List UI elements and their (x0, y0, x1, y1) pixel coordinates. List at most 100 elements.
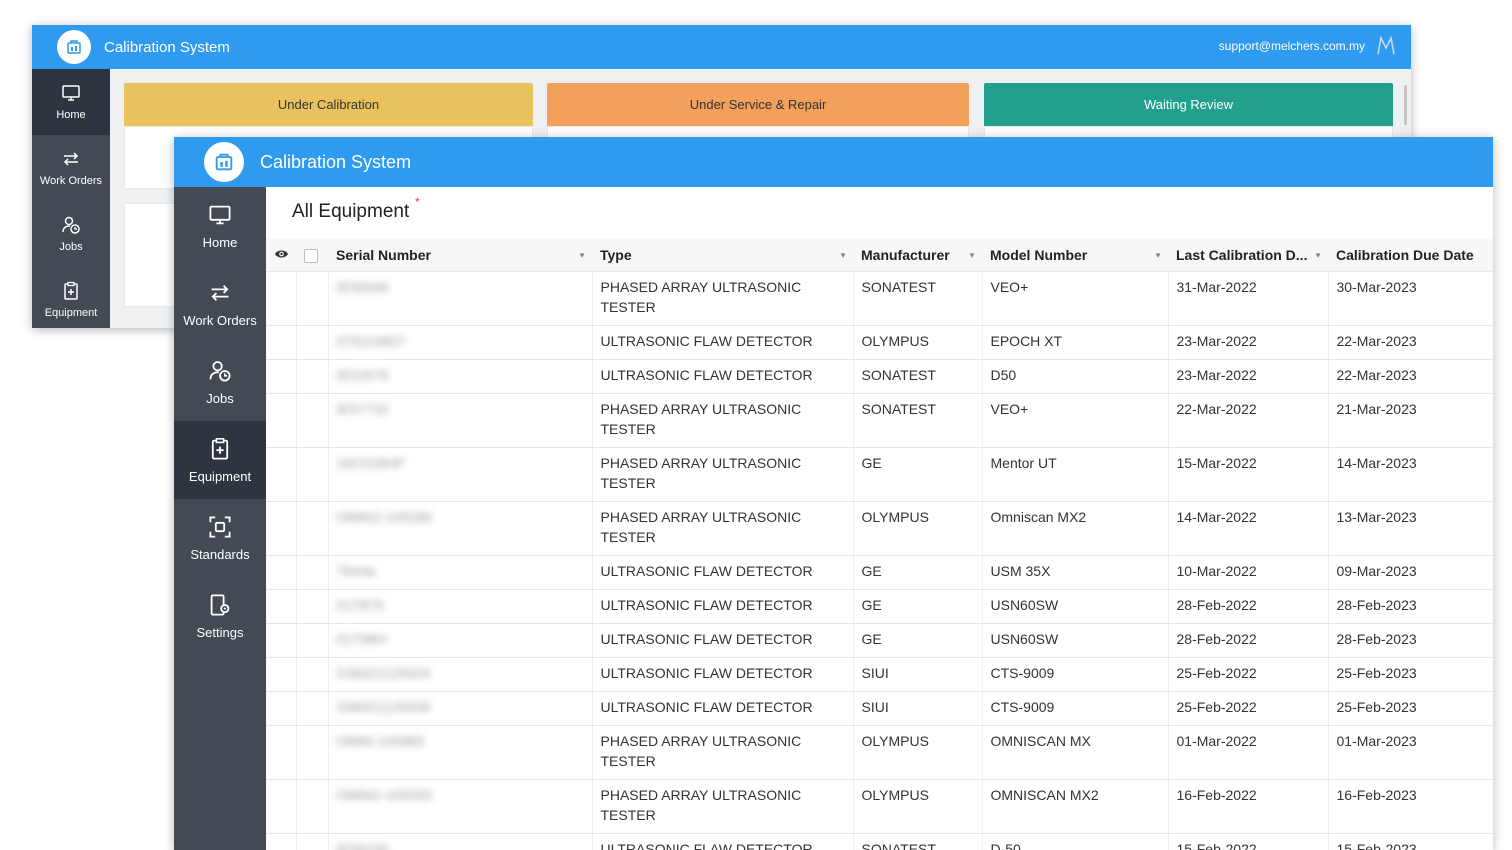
table-cell-manufacturer-text: SIUI (861, 664, 889, 681)
table-cell-last-calibration-text: 25-Feb-2022 (1176, 698, 1257, 715)
app-logo-icon[interactable] (57, 30, 91, 64)
table-row[interactable]: IE57732 PHASED ARRAY ULTRASONIC TESTER SON… (266, 393, 1493, 448)
nav-work-orders[interactable]: Work Orders (174, 265, 266, 343)
table-row[interactable]: S38321120028 ULTRASONIC FLAW DETECTOR SIUI… (266, 691, 1493, 726)
chevron-down-icon[interactable]: ▼ (578, 251, 586, 260)
status-card-waiting-review[interactable]: Waiting Review (984, 83, 1393, 126)
scrollbar[interactable] (1404, 85, 1407, 125)
table-cell-model: USM 35X (982, 555, 1169, 590)
table-cell-serial-text: 7643a (336, 562, 376, 579)
table-row[interactable]: IE52676 ULTRASONIC FLAW DETECTOR SONATEST D… (266, 359, 1493, 394)
monitor-icon (62, 85, 80, 101)
row-spacer (266, 623, 297, 658)
table-cell-manufacturer: SONATEST (853, 359, 983, 394)
table-cell-last-calibration: 23-Mar-2022 (1168, 359, 1329, 394)
column-header-manufacturer[interactable]: Manufacturer ▼ (853, 239, 982, 272)
table-cell-model: VEO+ (982, 271, 1169, 326)
table-row[interactable]: OMNI-100965 PHASED ARRAY ULTRASONIC TESTE… (266, 725, 1493, 780)
column-header-due-date[interactable]: Calibration Due Date (1328, 239, 1493, 272)
table-row[interactable]: 16C028HP PHASED ARRAY ULTRASONIC TESTER GE… (266, 447, 1493, 502)
table-cell-type: PHASED ARRAY ULTRASONIC TESTER (592, 393, 854, 448)
row-spacer (266, 691, 297, 726)
table-row[interactable]: 01T88H ULTRASONIC FLAW DETECTOR GE USN60SW 2… (266, 623, 1493, 658)
select-all-checkbox[interactable] (296, 239, 328, 272)
column-header-last-calibration[interactable]: Last Calibration D... ▼ (1168, 239, 1328, 272)
table-row[interactable]: S38321120024 ULTRASONIC FLAW DETECTOR SIUI… (266, 657, 1493, 692)
table-cell-model: CTS-9009 (982, 691, 1169, 726)
brand-logo-icon (1377, 35, 1395, 55)
nav-settings[interactable]: Settings (174, 577, 266, 655)
eye-icon (274, 250, 289, 258)
table-cell-type-text: PHASED ARRAY ULTRASONIC TESTER (600, 278, 802, 315)
row-select-cell (296, 833, 329, 850)
chevron-down-icon[interactable]: ▼ (1314, 251, 1322, 260)
table-cell-due-date: 28-Feb-2023 (1328, 589, 1493, 624)
column-header-label: Manufacturer (861, 246, 950, 263)
row-select-cell (296, 501, 329, 556)
support-email[interactable]: support@melchers.com.my (1219, 39, 1365, 53)
chevron-down-icon[interactable]: ▼ (1154, 251, 1162, 260)
table-row[interactable]: 070114807 ULTRASONIC FLAW DETECTOR OLYMPUS… (266, 325, 1493, 360)
nav-label: Home (202, 234, 238, 250)
column-header-serial[interactable]: Serial Number ▼ (328, 239, 592, 272)
column-header-type[interactable]: Type ▼ (592, 239, 853, 272)
table-cell-serial: IE57732 (328, 393, 593, 448)
table-cell-type: ULTRASONIC FLAW DETECTOR (592, 657, 854, 692)
table-row[interactable]: OMNI2-105255 PHASED ARRAY ULTRASONIC TEST… (266, 779, 1493, 834)
row-spacer (266, 325, 297, 360)
table-cell-due-date: 13-Mar-2023 (1328, 501, 1493, 556)
column-header-label: Model Number (990, 246, 1088, 263)
nav-home[interactable]: Home (174, 187, 266, 265)
nav-standards[interactable]: Standards (174, 499, 266, 577)
nav-jobs[interactable]: Jobs (32, 201, 110, 267)
table-cell-type-text: PHASED ARRAY ULTRASONIC TESTER (600, 454, 802, 491)
nav-equipment[interactable]: Equipment (174, 421, 266, 499)
nav-label: Work Orders (183, 312, 257, 328)
table-row[interactable]: IE56946 PHASED ARRAY ULTRASONIC TESTER SON… (266, 271, 1493, 326)
row-select-cell (296, 691, 329, 726)
table-cell-last-calibration-text: 14-Mar-2022 (1176, 508, 1257, 525)
table-cell-type: ULTRASONIC FLAW DETECTOR (592, 589, 854, 624)
chevron-down-icon[interactable]: ▼ (839, 251, 847, 260)
nav-home[interactable]: Home (32, 69, 110, 135)
table-cell-serial: OMNI2-105255 (328, 779, 593, 834)
table-row[interactable]: IE56235 ULTRASONIC FLAW DETECTOR SONATEST D… (266, 833, 1493, 850)
column-header-label: Serial Number (336, 246, 431, 263)
row-select-cell (296, 725, 329, 780)
status-card-under-service[interactable]: Under Service & Repair (547, 83, 969, 126)
row-spacer (266, 501, 297, 556)
nav-work-orders[interactable]: Work Orders (32, 135, 110, 201)
table-row[interactable]: 01T875 ULTRASONIC FLAW DETECTOR GE USN60SW 2… (266, 589, 1493, 624)
table-cell-serial: 16C028HP (328, 447, 593, 502)
nav-label: Equipment (188, 468, 252, 484)
table-cell-due-date-text: 28-Feb-2023 (1336, 630, 1417, 647)
table-cell-due-date: 25-Feb-2023 (1328, 657, 1493, 692)
table-cell-serial-text: 01T88H (336, 630, 387, 647)
table-cell-type: PHASED ARRAY ULTRASONIC TESTER (592, 725, 854, 780)
table-cell-manufacturer: SONATEST (853, 393, 983, 448)
table-cell-model-text: USM 35X (990, 562, 1051, 579)
table-cell-last-calibration: 16-Feb-2022 (1168, 779, 1329, 834)
table-cell-model-text: EPOCH XT (990, 332, 1063, 349)
table-cell-manufacturer: GE (853, 589, 983, 624)
table-cell-due-date-text: 21-Mar-2023 (1336, 400, 1417, 417)
column-visibility-toggle[interactable] (266, 239, 296, 272)
table-row[interactable]: 7643a ULTRASONIC FLAW DETECTOR GE USM 35X 10… (266, 555, 1493, 590)
table-cell-due-date: 22-Mar-2023 (1328, 325, 1493, 360)
table-cell-last-calibration-text: 28-Feb-2022 (1176, 596, 1257, 613)
status-card-under-calibration[interactable]: Under Calibration (124, 83, 533, 126)
nav-equipment[interactable]: Equipment (32, 267, 110, 328)
app-logo-icon[interactable] (204, 142, 244, 182)
table-cell-model: OMNISCAN MX (982, 725, 1169, 780)
column-header-label: Last Calibration D... (1176, 246, 1308, 263)
checkbox[interactable] (304, 248, 318, 263)
chevron-down-icon[interactable]: ▼ (968, 251, 976, 260)
table-row[interactable]: OMNI2-105290 PHASED ARRAY ULTRASONIC TEST… (266, 501, 1493, 556)
table-cell-model: CTS-9009 (982, 657, 1169, 692)
table-cell-manufacturer-text: GE (861, 596, 882, 613)
row-spacer (266, 447, 297, 502)
nav-jobs[interactable]: Jobs (174, 343, 266, 421)
column-header-model[interactable]: Model Number ▼ (982, 239, 1168, 272)
table-cell-last-calibration-text: 23-Mar-2022 (1176, 366, 1257, 383)
table-cell-type-text: ULTRASONIC FLAW DETECTOR (600, 562, 813, 579)
